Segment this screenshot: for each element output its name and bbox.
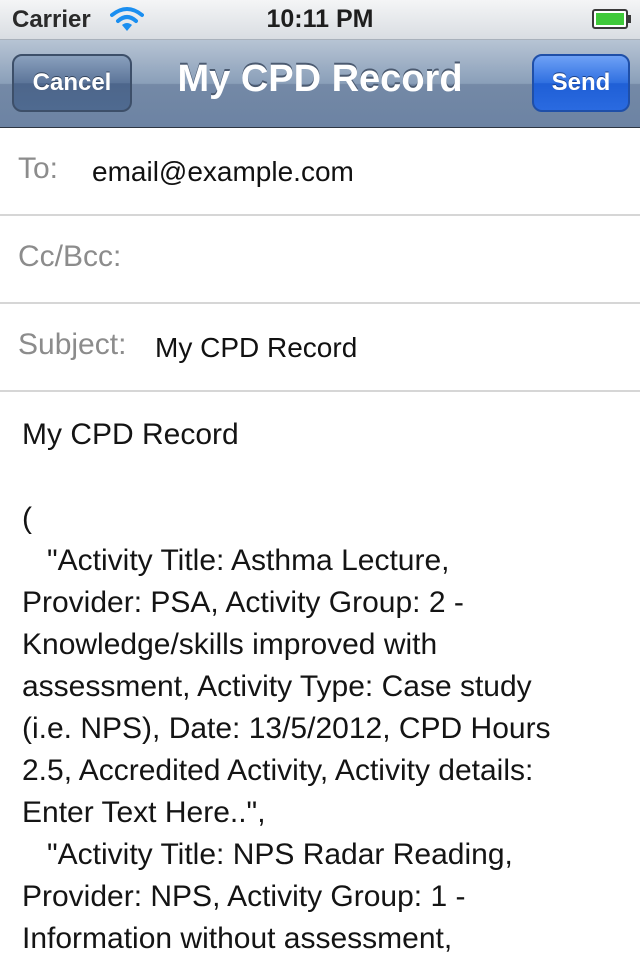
navigation-bar: Cancel My CPD Record Send	[0, 40, 640, 128]
subject-label: Subject:	[18, 328, 127, 361]
send-button[interactable]: Send	[532, 54, 630, 112]
body-heading: My CPD Record	[22, 418, 239, 451]
cc-bcc-label: Cc/Bcc:	[18, 240, 122, 273]
body-line: Enter Text Here..",	[22, 796, 266, 829]
body-line: 2.5, Accredited Activity, Activity detai…	[22, 754, 534, 787]
body-line: Information without assessment,	[22, 922, 453, 955]
body-line: Provider: PSA, Activity Group: 2 -	[22, 586, 464, 619]
battery-icon	[592, 9, 631, 29]
message-body[interactable]: My CPD Record ( "Activity Title: Asthma …	[22, 414, 626, 960]
cc-bcc-field[interactable]: Cc/Bcc:	[0, 216, 640, 304]
body-line: (i.e. NPS), Date: 13/5/2012, CPD Hours	[22, 712, 551, 745]
status-bar: Carrier 10:11 PM	[0, 0, 640, 40]
status-time: 10:11 PM	[266, 5, 374, 33]
body-line: Provider: NPS, Activity Group: 1 -	[22, 880, 466, 913]
body-line: "Activity Title: Asthma Lecture,	[22, 544, 450, 577]
subject-field[interactable]: Subject: My CPD Record	[0, 304, 640, 392]
page-title: My CPD Record	[177, 58, 463, 100]
cancel-button[interactable]: Cancel	[12, 54, 132, 112]
to-field[interactable]: To: email@example.com	[0, 128, 640, 216]
body-line: assessment, Activity Type: Case study	[22, 670, 532, 703]
body-line: (	[22, 502, 32, 535]
to-recipient[interactable]: email@example.com	[92, 156, 354, 188]
body-line: "Activity Title: NPS Radar Reading,	[22, 838, 513, 871]
subject-input[interactable]: My CPD Record	[155, 332, 357, 364]
body-line: Knowledge/skills improved with	[22, 628, 438, 661]
to-label: To:	[18, 152, 59, 185]
